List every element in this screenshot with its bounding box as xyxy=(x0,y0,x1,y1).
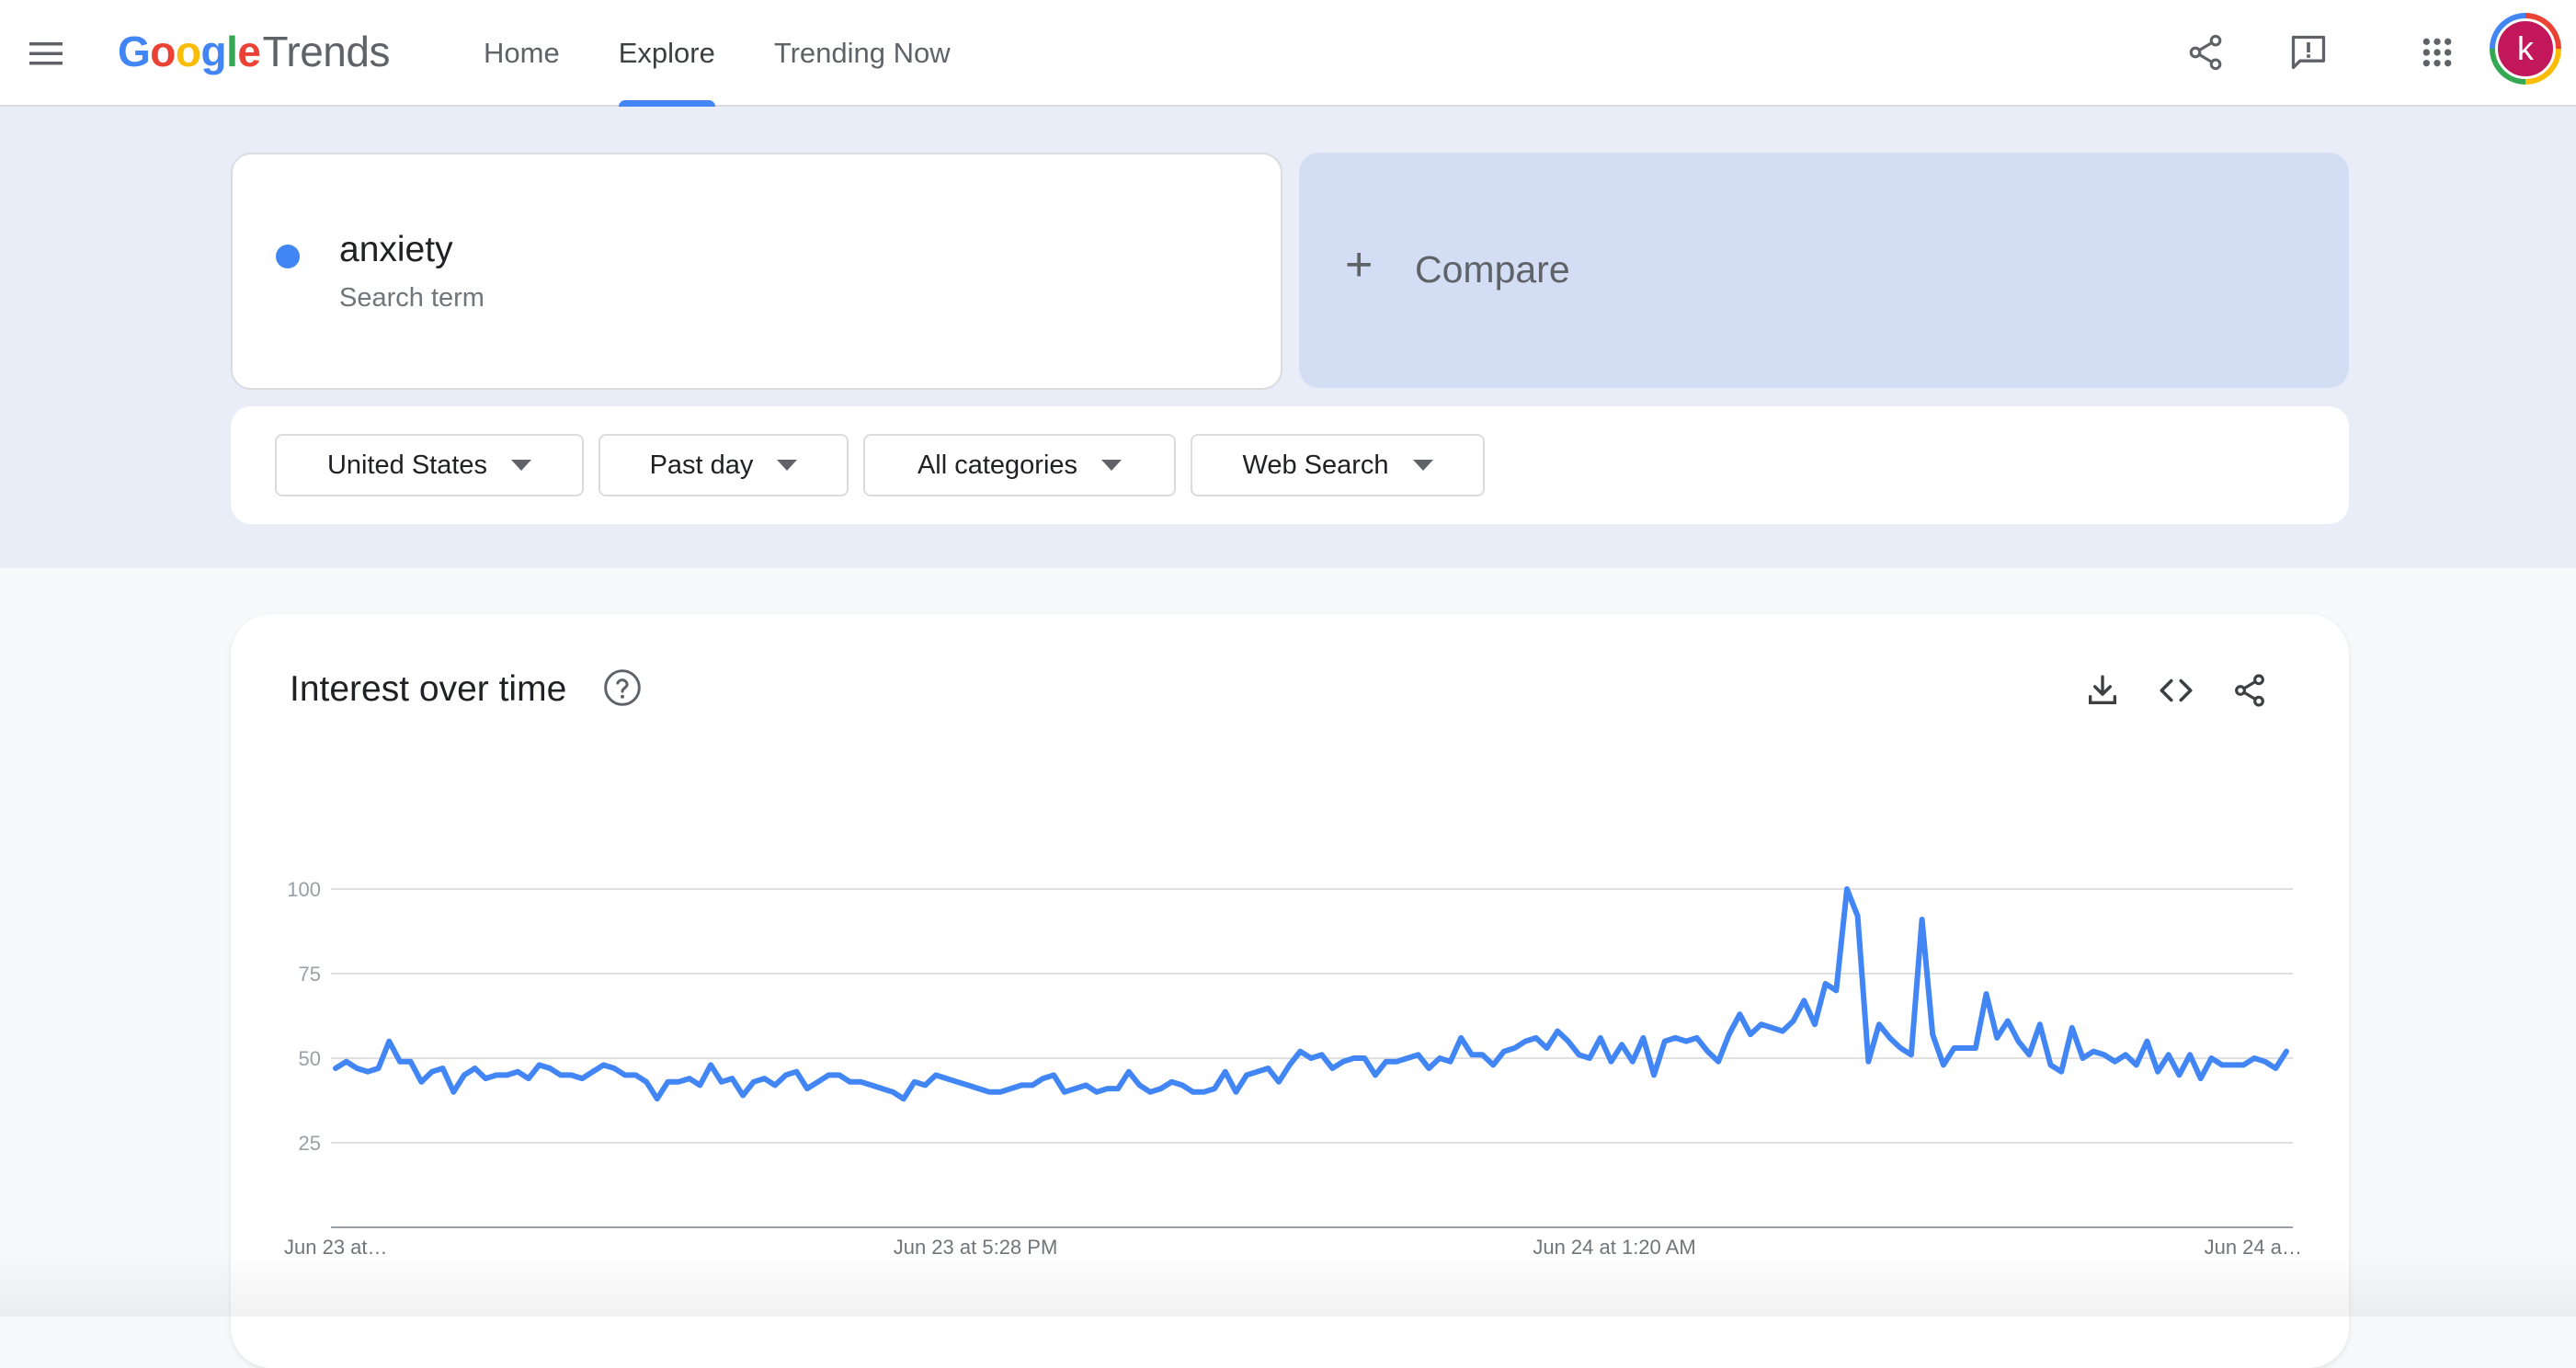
trends-wordmark: Trends xyxy=(262,28,390,75)
apps-icon[interactable] xyxy=(2412,28,2462,77)
series-line[interactable] xyxy=(333,886,2289,1102)
main-nav: Home Explore Trending Now xyxy=(454,0,980,107)
google-trends-logo[interactable]: Google Trends xyxy=(118,22,390,81)
search-term[interactable]: anxiety xyxy=(339,230,453,270)
y-tick-label: 75 xyxy=(299,963,321,986)
google-wordmark: Google xyxy=(118,28,261,75)
filter-location[interactable]: United States xyxy=(275,434,584,496)
search-term-card[interactable]: anxiety Search term xyxy=(231,153,1282,390)
share-icon[interactable] xyxy=(2181,28,2230,77)
menu-icon[interactable] xyxy=(28,35,64,72)
y-tick-label: 100 xyxy=(287,878,321,901)
avatar: k xyxy=(2495,18,2556,79)
x-tick-label: Jun 23 at 5:28 PM xyxy=(894,1236,1058,1259)
plus-icon: + xyxy=(1345,238,1373,291)
filter-location-label: United States xyxy=(326,450,488,480)
x-tick-label: Jun 23 at… xyxy=(284,1236,388,1259)
dropdown-arrow-icon xyxy=(777,460,798,471)
filter-time-range-label: Past day xyxy=(649,450,754,480)
nav-tab-home[interactable]: Home xyxy=(454,0,589,107)
term-color-dot xyxy=(276,245,300,268)
filter-time-range[interactable]: Past day xyxy=(598,434,849,496)
filter-category-label: All categories xyxy=(917,450,1078,480)
filter-bar: United States Past day All categories We… xyxy=(231,406,2349,524)
top-bar: Google Trends Home Explore Trending Now xyxy=(0,0,2576,107)
search-term-type: Search term xyxy=(339,283,484,313)
dropdown-arrow-icon xyxy=(1101,460,1123,471)
compare-button[interactable]: + Compare xyxy=(1299,153,2349,388)
x-tick-label: Jun 24 at 1:20 AM xyxy=(1533,1236,1695,1259)
interest-line-chart[interactable]: 25 50 75 100 Jun 23 at… Jun 23 at 5:28 PM Jun … xyxy=(231,614,2349,1317)
nav-tab-trending-now[interactable]: Trending Now xyxy=(745,0,980,107)
y-tick-label: 25 xyxy=(299,1132,321,1155)
x-tick-label: Jun 24 a… xyxy=(2205,1236,2302,1259)
compare-label: Compare xyxy=(1415,248,1570,291)
filter-search-type[interactable]: Web Search xyxy=(1191,434,1485,496)
filter-category[interactable]: All categories xyxy=(863,434,1176,496)
filter-search-type-label: Web Search xyxy=(1242,450,1389,480)
y-tick-label: 50 xyxy=(299,1047,321,1070)
dropdown-arrow-icon xyxy=(511,460,532,471)
dropdown-arrow-icon xyxy=(1412,460,1433,471)
account-avatar-button[interactable]: k xyxy=(2490,13,2561,85)
nav-tab-explore[interactable]: Explore xyxy=(589,0,745,107)
feedback-icon[interactable] xyxy=(2284,28,2333,77)
interest-over-time-card: Interest over time 25 50 75 100 Jun 23 at… Ju… xyxy=(231,614,2349,1368)
